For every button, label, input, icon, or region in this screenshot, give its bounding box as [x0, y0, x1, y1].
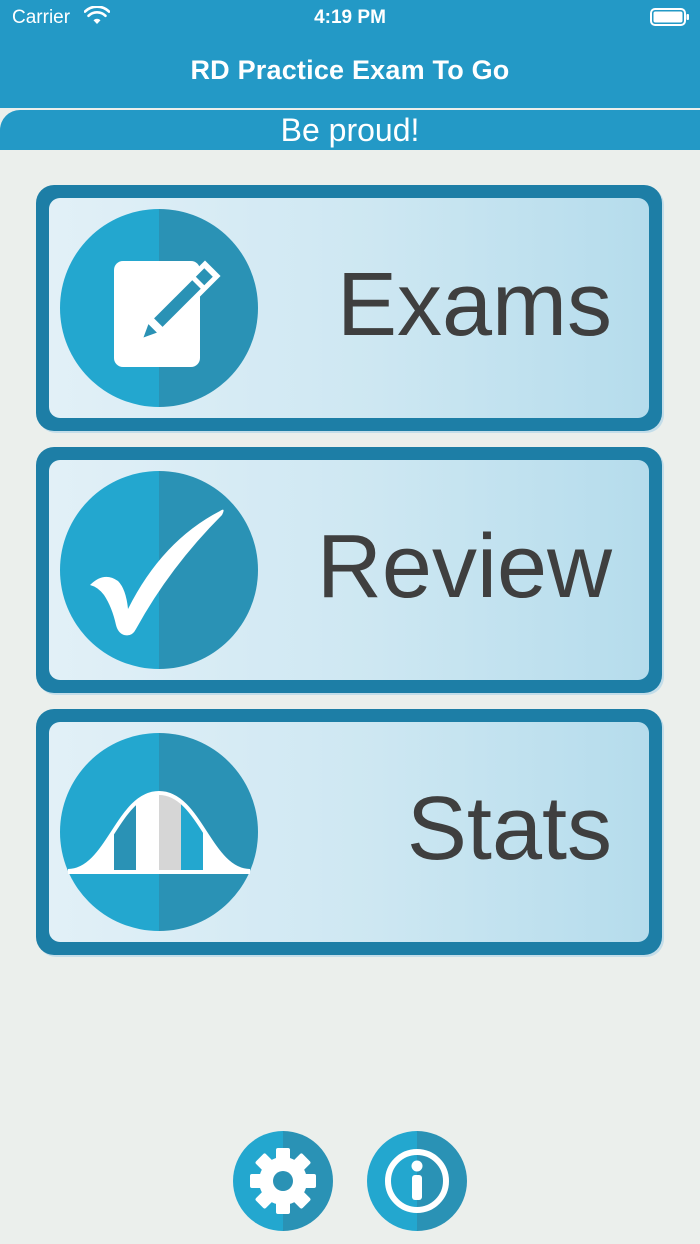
settings-button[interactable]: [233, 1131, 333, 1231]
navigation-bar: Carrier 4:19 PM RD Practice Exam To Go: [0, 0, 700, 108]
bell-curve-icon: [60, 733, 258, 931]
checkmark-icon: [60, 471, 258, 669]
exams-button[interactable]: Exams: [36, 185, 662, 431]
status-bar: Carrier 4:19 PM: [0, 0, 700, 36]
motivation-banner: Be proud!: [0, 110, 700, 150]
stats-button[interactable]: Stats: [36, 709, 662, 955]
info-button[interactable]: [367, 1131, 467, 1231]
battery-icon: [650, 8, 689, 26]
stats-label: Stats: [406, 779, 612, 879]
gear-icon: [250, 1148, 316, 1214]
exams-label: Exams: [336, 255, 612, 355]
status-time: 4:19 PM: [314, 7, 386, 28]
notepad-pencil-icon: [60, 209, 258, 407]
app-screen: Carrier 4:19 PM RD Practice Exam To Go B…: [0, 0, 700, 1244]
review-label: Review: [316, 517, 612, 617]
review-button[interactable]: Review: [36, 447, 662, 693]
page-title: RD Practice Exam To Go: [190, 55, 510, 85]
